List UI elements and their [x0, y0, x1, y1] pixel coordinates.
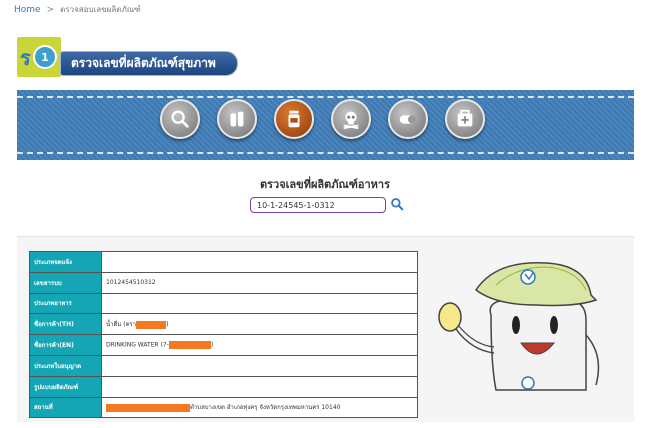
- row-label: สถานที่: [29, 396, 102, 419]
- row-value: [101, 375, 418, 398]
- trade-name-en-prefix: DRINKING WATER (7-: [106, 341, 169, 349]
- row-label: ชื่อการค้า(TH): [29, 313, 102, 336]
- table-row: รูปแบบผลิตภัณฑ์: [29, 375, 418, 398]
- trade-name-th-suffix: ): [166, 321, 169, 329]
- magnifier-icon: [171, 110, 189, 128]
- breadcrumb-home-link[interactable]: Home: [14, 5, 41, 15]
- logo-number: 1: [33, 45, 57, 69]
- search-category-button[interactable]: [160, 99, 200, 139]
- breadcrumb-current: ตรวจสอบเลขผลิตภัณฑ์: [60, 5, 141, 14]
- row-label: ประเภทใบอนุญาต: [29, 354, 102, 377]
- fda-logo: ร 1: [17, 37, 61, 77]
- skull-icon: [343, 111, 359, 130]
- trade-name-en-suffix: ): [210, 341, 214, 349]
- first-aid-icon: [457, 109, 473, 127]
- row-value: [101, 251, 418, 273]
- row-label: เลขสารบบ: [29, 271, 102, 294]
- table-row: ชื่อการค้า(EN) DRINKING WATER (7-): [29, 334, 418, 356]
- breadcrumb-separator: >: [46, 4, 55, 15]
- row-value: DRINKING WATER (7-): [101, 334, 418, 356]
- redaction-block: [136, 320, 167, 329]
- capsule-icon: [399, 115, 417, 124]
- row-value: [101, 292, 418, 315]
- redaction-block: [168, 341, 211, 350]
- logo-glyph: ร: [20, 46, 31, 70]
- table-row: ประเภทอาหาร: [29, 292, 418, 315]
- row-value: 1012454510312: [101, 271, 418, 294]
- food-category-button[interactable]: [274, 99, 314, 139]
- mascot-illustration: [438, 261, 600, 391]
- page-title: ตรวจเลขที่ผลิตภัณฑ์สุขภาพ: [60, 51, 238, 76]
- product-number-input[interactable]: [250, 197, 386, 213]
- row-label: ชื่อการค้า(EN): [29, 334, 102, 356]
- trade-name-th-prefix: น้ำดื่ม (ตรา: [106, 321, 137, 329]
- table-row: ประเภทใบอนุญาต: [29, 354, 418, 377]
- row-label: รูปแบบผลิตภัณฑ์: [29, 375, 102, 398]
- table-row: เลขสารบบ 1012454510312: [29, 271, 418, 294]
- search-section-title: ตรวจเลขที่ผลิตภัณฑ์อาหาร: [260, 178, 390, 191]
- category-bar: [160, 99, 485, 139]
- table-row: ชื่อการค้า(TH) น้ำดื่ม (ตรา): [29, 313, 418, 336]
- row-value: น้ำดื่ม (ตรา): [101, 313, 418, 336]
- cosmetic-category-button[interactable]: [388, 99, 428, 139]
- row-value: ตำบลบางเขต อำเภอทุ่งครุ จังหวัดกรุงเทพมห…: [101, 396, 418, 419]
- search-icon[interactable]: [390, 197, 404, 211]
- drug-category-button[interactable]: [217, 99, 257, 139]
- row-label: ประเภทจดแจ้ง: [29, 251, 102, 273]
- row-label: ประเภทอาหาร: [29, 292, 102, 315]
- hazardous-category-button[interactable]: [331, 99, 371, 139]
- table-row: สถานที่ ตำบลบางเขต อำเภอทุ่งครุ จังหวัดก…: [29, 396, 418, 419]
- jar-icon: [288, 110, 300, 128]
- medical-device-category-button[interactable]: [445, 99, 485, 139]
- row-value: [101, 354, 418, 377]
- product-info-table: ประเภทจดแจ้ง เลขสารบบ 1012454510312 ประเ…: [29, 251, 418, 419]
- bottles-icon: [230, 111, 244, 127]
- address-text: ตำบลบางเขต อำเภอทุ่งครุ จังหวัดกรุงเทพมห…: [190, 404, 341, 412]
- breadcrumb: Home > ตรวจสอบเลขผลิตภัณฑ์: [14, 3, 141, 16]
- redaction-block: [106, 403, 190, 412]
- table-row: ประเภทจดแจ้ง: [29, 251, 418, 273]
